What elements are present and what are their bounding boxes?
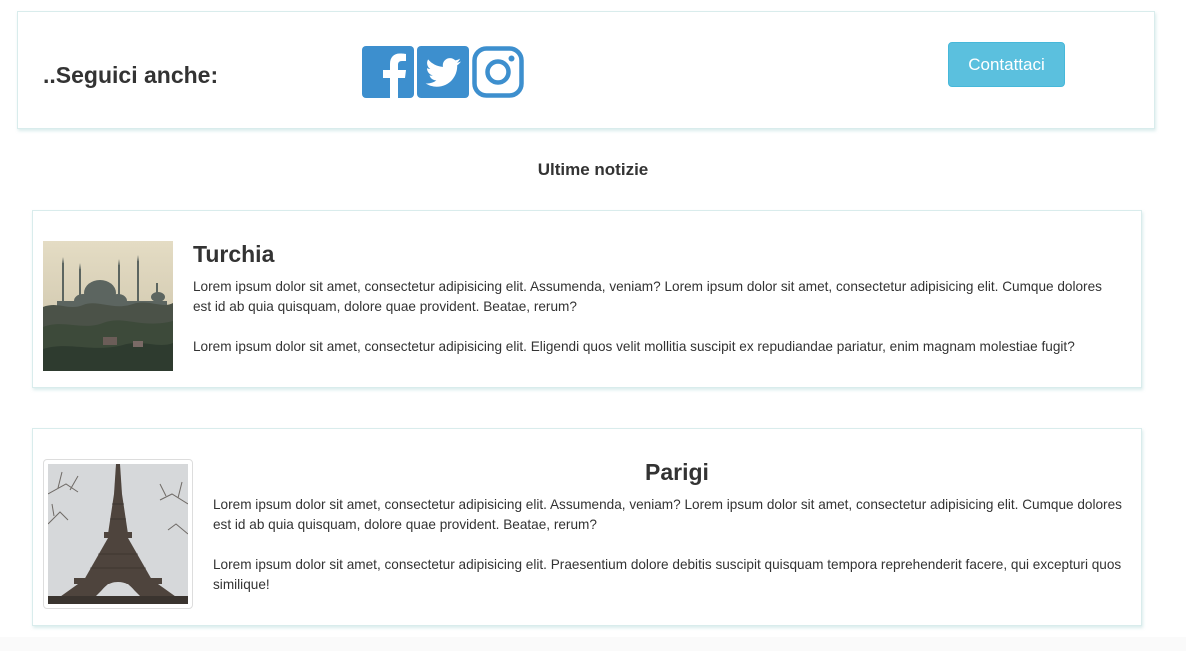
instagram-icon[interactable] <box>472 46 524 98</box>
contact-button[interactable]: Contattaci <box>948 42 1065 87</box>
news-title: Turchia <box>193 241 275 267</box>
image-thumbnail-frame <box>43 459 193 609</box>
istanbul-mosque-photo <box>43 241 173 371</box>
social-links <box>362 46 524 98</box>
twitter-icon[interactable] <box>417 46 469 98</box>
news-card-turkey: Turchia Lorem ipsum dolor sit amet, cons… <box>32 210 1142 388</box>
news-paragraph: Lorem ipsum dolor sit amet, consectetur … <box>193 279 1102 314</box>
facebook-icon[interactable] <box>362 46 414 98</box>
page-footer-strip <box>0 637 1186 651</box>
news-title: Parigi <box>645 459 709 485</box>
news-paragraph: Lorem ipsum dolor sit amet, consectetur … <box>193 339 1075 354</box>
news-heading: Ultime notizie <box>537 160 649 179</box>
news-card-paris: Parigi Lorem ipsum dolor sit amet, conse… <box>32 428 1142 626</box>
news-paragraph: Lorem ipsum dolor sit amet, consectetur … <box>213 557 1122 592</box>
follow-us-label: ..Seguici anche: <box>43 62 219 88</box>
follow-us-panel: ..Seguici anche: Contattaci <box>17 11 1155 129</box>
news-paragraph: Lorem ipsum dolor sit amet, consectetur … <box>213 497 1122 532</box>
eiffel-tower-photo <box>48 464 188 604</box>
